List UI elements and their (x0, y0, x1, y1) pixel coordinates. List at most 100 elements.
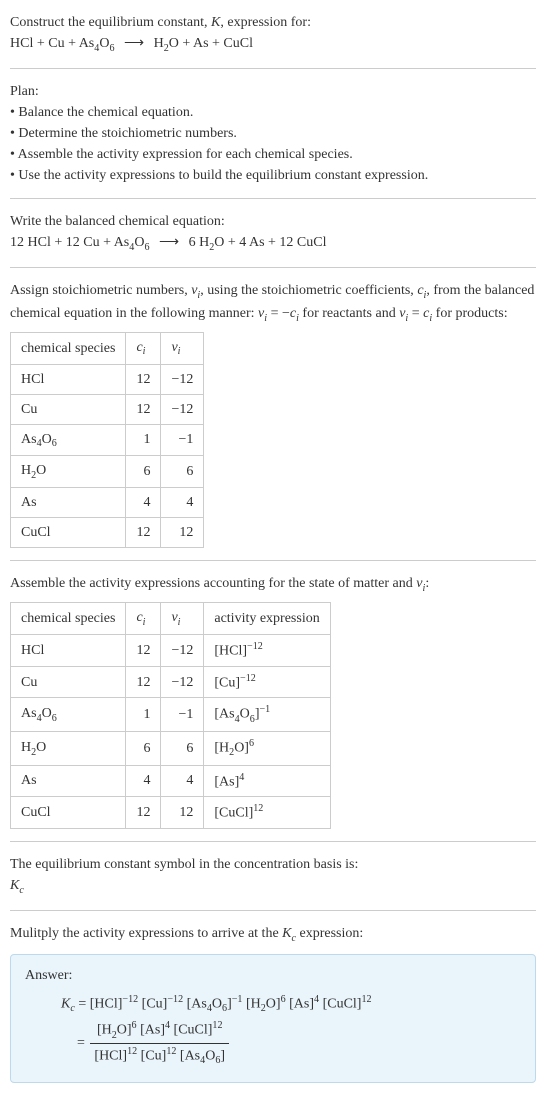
t: = − (267, 306, 290, 321)
table-header-row: chemical species ci νi (11, 332, 204, 364)
plan-title: Plan: (10, 81, 536, 102)
table-row: H2O66[H2O]6 (11, 732, 331, 766)
i: i (296, 313, 299, 324)
assign-section: Assign stoichiometric numbers, νi, using… (10, 280, 536, 549)
t: [Cu] (214, 675, 240, 690)
cell: 12 (161, 518, 204, 548)
answer-box: Answer: Kc = [HCl]−12 [Cu]−12 [As4O6]−1 … (10, 954, 536, 1084)
c: c (292, 933, 296, 944)
cell: [CuCl]12 (204, 797, 330, 829)
divider (10, 198, 536, 199)
sup: −1 (232, 994, 243, 1005)
sup: 4 (314, 994, 319, 1005)
numerator: [H2O]6 [As]4 [CuCl]12 (90, 1018, 229, 1044)
nu: ν (171, 340, 177, 355)
t: [Cu] (138, 996, 167, 1011)
cell: −12 (161, 364, 204, 394)
answer-label: Answer: (25, 965, 521, 986)
cell: 12 (126, 635, 161, 667)
i: i (429, 313, 432, 324)
table-row: Cu12−12 (11, 394, 204, 424)
sup: 12 (253, 803, 263, 814)
table-row: As44[As]4 (11, 765, 331, 797)
i: i (423, 583, 426, 594)
col-ci: ci (126, 332, 161, 364)
table-row: CuCl1212[CuCl]12 (11, 797, 331, 829)
sup: 4 (239, 772, 244, 783)
cell: [Cu]−12 (204, 666, 330, 698)
t: O (42, 432, 52, 447)
cell: [HCl]−12 (204, 635, 330, 667)
sub: 4 (37, 713, 42, 724)
divider (10, 68, 536, 69)
sup: 6 (281, 994, 286, 1005)
cell: 12 (126, 364, 161, 394)
t: 6 H (189, 235, 210, 250)
t: [HCl] (94, 1049, 127, 1064)
t: for reactants and (299, 306, 399, 321)
cell: 4 (161, 488, 204, 518)
answer-line1: Kc = [HCl]−12 [Cu]−12 [As4O6]−1 [H2O]6 [… (25, 992, 521, 1017)
t: [As (183, 996, 207, 1011)
t: for products: (432, 306, 507, 321)
t: [As (214, 707, 234, 722)
i: i (143, 617, 146, 628)
balanced-equation: 12 HCl + 12 Cu + As4O6 ⟶ 6 H2O + 4 As + … (10, 232, 536, 255)
K: K (211, 15, 220, 30)
cell: Cu (11, 666, 126, 698)
t: [HCl] (90, 996, 123, 1011)
cell: −12 (161, 635, 204, 667)
cell: 1 (126, 698, 161, 732)
sub: 2 (229, 747, 234, 758)
t: [As] (137, 1023, 165, 1038)
sub: 6 (109, 43, 114, 54)
cell: [As]4 (204, 765, 330, 797)
divider (10, 841, 536, 842)
sub: 6 (52, 438, 57, 449)
eq: = (75, 996, 90, 1011)
t: O (36, 463, 46, 478)
i: i (178, 617, 181, 628)
t: O + As + CuCl (169, 36, 253, 51)
multiply-section: Mulitply the activity expressions to arr… (10, 923, 536, 946)
cell: As4O6 (11, 424, 126, 456)
plan-item: Determine the stoichiometric numbers. (10, 123, 536, 144)
sub: 4 (94, 43, 99, 54)
prompt-section: Construct the equilibrium constant, K, e… (10, 12, 536, 56)
table-row: H2O66 (11, 456, 204, 488)
t: O (240, 707, 250, 722)
divider (10, 560, 536, 561)
c: c (70, 1003, 74, 1014)
sup: 12 (166, 1046, 176, 1057)
balanced-section: Write the balanced chemical equation: 12… (10, 211, 536, 255)
c: c (417, 283, 423, 298)
t: [CuCl] (214, 806, 253, 821)
cell: 6 (161, 456, 204, 488)
col-species: chemical species (11, 332, 126, 364)
sup: 12 (361, 994, 371, 1005)
i: i (178, 346, 181, 357)
t: [H (214, 741, 229, 756)
cell: CuCl (11, 797, 126, 829)
sup: 6 (249, 738, 254, 749)
cell: 4 (126, 765, 161, 797)
col-ci: ci (126, 603, 161, 635)
fraction: [H2O]6 [As]4 [CuCl]12 [HCl]12 [Cu]12 [As… (90, 1018, 229, 1068)
sup: −12 (122, 994, 138, 1005)
balanced-title: Write the balanced chemical equation: (10, 211, 536, 232)
cell: As (11, 488, 126, 518)
cell: CuCl (11, 518, 126, 548)
t: O] (234, 741, 249, 756)
t: [H (242, 996, 260, 1011)
col-activity: activity expression (204, 603, 330, 635)
plan-section: Plan: Balance the chemical equation. Det… (10, 81, 536, 186)
cell: HCl (11, 364, 126, 394)
eqsym-line: The equilibrium constant symbol in the c… (10, 854, 536, 875)
t: Mulitply the activity expressions to arr… (10, 926, 282, 941)
t: ] (220, 1049, 225, 1064)
t: , using the stoichiometric coefficients, (200, 283, 417, 298)
i: i (405, 313, 408, 324)
sub: 2 (164, 43, 169, 54)
t: [As (176, 1049, 200, 1064)
col-nui: νi (161, 603, 204, 635)
